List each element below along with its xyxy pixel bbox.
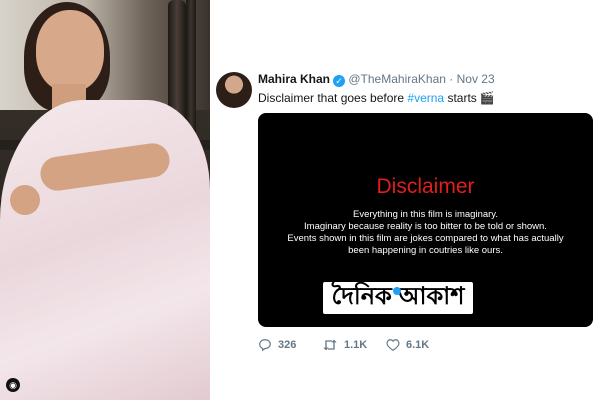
tweet-media-image[interactable]: Disclaimer Everything in this film is im…: [258, 113, 593, 327]
instagram-icon[interactable]: ◉: [6, 378, 20, 392]
avatar[interactable]: [216, 72, 252, 108]
face: [36, 10, 104, 92]
reply-button[interactable]: 326: [258, 338, 320, 352]
verified-badge-icon: ✓: [333, 75, 346, 87]
tweet-text: Disclaimer that goes before #verna start…: [258, 91, 495, 105]
hand: [10, 185, 40, 215]
watermark-logo: দৈনিক আকাশ: [323, 282, 473, 314]
disclaimer-line: Imaginary because reality is too bitter …: [304, 221, 547, 232]
tweet-actions: 326 1.1K 6.1K: [258, 338, 448, 352]
tweet-header: Mahira Khan ✓ @TheMahiraKhan · Nov 23: [258, 72, 495, 87]
heart-icon: [386, 339, 400, 351]
reply-icon: [259, 339, 271, 352]
retweet-icon: [323, 339, 337, 351]
clapperboard-emoji-icon: 🎬: [479, 91, 495, 105]
actress-photo: ◉: [0, 0, 210, 400]
author-name[interactable]: Mahira Khan: [258, 72, 330, 86]
like-button[interactable]: 6.1K: [386, 338, 448, 352]
tweet-card: Mahira Khan ✓ @TheMahiraKhan · Nov 23 Dis…: [210, 0, 600, 400]
author-handle[interactable]: @TheMahiraKhan: [348, 72, 446, 86]
disclaimer-line: Events shown in this film are jokes comp…: [287, 233, 564, 244]
disclaimer-line: Everything in this film is imaginary.: [352, 209, 498, 220]
disclaimer-line: been happening in coutries like ours.: [348, 245, 503, 256]
tweet-text-after: starts: [444, 91, 477, 105]
separator-dot: ·: [449, 72, 454, 86]
disclaimer-title: Disclaimer: [376, 175, 475, 198]
watermark-dot-icon: [393, 287, 401, 295]
hashtag-link[interactable]: #verna: [407, 91, 444, 105]
disclaimer-body: Everything in this film is imaginary. Im…: [258, 209, 593, 257]
like-count: 6.1K: [406, 339, 430, 351]
retweet-count: 1.1K: [344, 339, 368, 351]
retweet-button[interactable]: 1.1K: [322, 338, 384, 352]
watermark-text: দৈনিক আকাশ: [331, 283, 465, 310]
tweet-text-before: Disclaimer that goes before: [258, 91, 408, 105]
tweet-date[interactable]: Nov 23: [457, 72, 495, 86]
saree: [0, 100, 210, 400]
reply-count: 326: [278, 339, 297, 351]
